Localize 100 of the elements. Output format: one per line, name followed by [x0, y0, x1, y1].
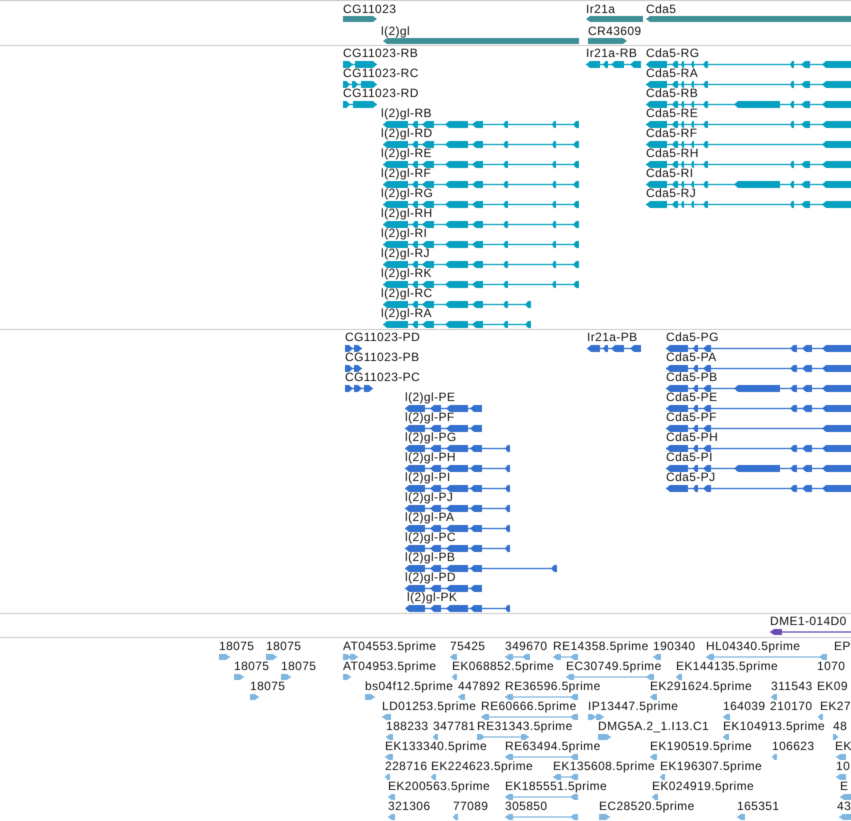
transcript-label: CG11023-RC: [343, 67, 419, 80]
transcript-label: Cda5-RA: [646, 67, 698, 80]
transcript-label: Cda5-RE: [646, 107, 698, 120]
est-label: 165351: [737, 800, 780, 813]
protein-label: Ir21a-PB: [587, 331, 638, 344]
protein-label: l(2)gl-PB: [405, 551, 456, 564]
protein-label: Cda5-PJ: [666, 471, 716, 484]
est-label: RE31343.5prime: [477, 720, 573, 733]
transcript-label: l(2)gl-RB: [381, 107, 432, 120]
est-label: EK200563.5prime: [388, 780, 490, 793]
protein-label: l(2)gl-PF: [405, 411, 455, 424]
est-label: 18075: [281, 660, 316, 673]
est-label: 75425: [450, 640, 486, 653]
est-label: 228716: [385, 760, 428, 773]
est-label: RE36596.5prime: [505, 680, 601, 693]
transcript-label: l(2)gl-RD: [381, 127, 433, 140]
est-label: 18075: [266, 640, 302, 653]
est-label: 311543: [771, 680, 813, 693]
protein-label: l(2)gl-PJ: [405, 491, 454, 504]
protein-label: l(2)gl-PC: [405, 531, 456, 544]
gene-label: Cda5: [646, 3, 676, 16]
transcript-label: l(2)gl-RH: [381, 207, 433, 220]
transcript-label: Cda5-RB: [646, 87, 698, 100]
protein-label: CG11023-PB: [345, 351, 420, 364]
variant-label: DME1-014D0: [770, 615, 847, 628]
est-label: 77089: [453, 800, 488, 813]
transcript-label: Cda5-RH: [646, 147, 699, 160]
protein-label: Cda5-PA: [666, 351, 717, 364]
est-label: AT04553.5prime: [343, 640, 436, 653]
protein-label: l(2)gl-PI: [405, 471, 451, 484]
protein-label: Cda5-PB: [666, 371, 718, 384]
protein-label: Cda5-PE: [666, 391, 718, 404]
est-label: 106623: [772, 740, 814, 753]
est-label: EC30749.5prime: [566, 660, 662, 673]
est-label: 190340: [653, 640, 696, 653]
transcript-label: l(2)gl-RG: [381, 187, 434, 200]
transcript-label: l(2)gl-RJ: [381, 247, 430, 260]
protein-label: Cda5-PH: [666, 431, 718, 444]
transcript-label: Ir21a-RB: [586, 47, 638, 60]
est-label: RE63494.5prime: [505, 740, 601, 753]
gene-label: Ir21a: [586, 3, 616, 16]
est-label: DMG5A.2_1.I13.C1: [598, 720, 710, 733]
protein-label: Cda5-PG: [666, 331, 719, 344]
est-label: EK291624.5prime: [650, 680, 752, 693]
est-label: 18075: [219, 640, 254, 653]
est-label: EC28520.5prime: [599, 800, 695, 813]
transcript-label: l(2)gl-RA: [381, 307, 432, 320]
protein-label: l(2)gl-PE: [405, 391, 456, 404]
protein-label: l(2)gl-PK: [407, 591, 458, 604]
transcript-label: l(2)gl-RI: [381, 227, 428, 240]
est-label: E: [840, 780, 848, 793]
est-label: AT04953.5prime: [343, 660, 436, 673]
est-label: 210170: [770, 700, 812, 713]
transcript-label: Cda5-RJ: [646, 187, 696, 200]
transcript-label: Cda5-RI: [646, 167, 694, 180]
est-label: EK133340.5prime: [385, 740, 488, 753]
protein-label: l(2)gl-PH: [405, 451, 456, 464]
transcript-label: CG11023-RD: [343, 87, 419, 100]
est-label: 10: [836, 760, 850, 773]
transcript-label: l(2)gl-RK: [381, 267, 432, 280]
protein-label: Cda5-PI: [666, 451, 713, 464]
est-label: EK27: [820, 700, 851, 713]
gene-label: CR43609: [588, 25, 642, 38]
est-label: EK190519.5prime: [650, 740, 752, 753]
gene-label: CG11023: [343, 3, 396, 16]
protein-label: l(2)gl-PG: [405, 431, 457, 444]
protein-label: l(2)gl-PD: [405, 571, 456, 584]
transcript-label: l(2)gl-RC: [381, 287, 433, 300]
est-label: EK09: [817, 680, 848, 693]
gene-label: l(2)gl: [381, 25, 410, 38]
est-label: 18075: [234, 660, 270, 673]
est-label: 349670: [505, 640, 548, 653]
protein-label: Cda5-PF: [666, 411, 717, 424]
est-label: EK104913.5prime: [723, 720, 826, 733]
est-label: EK135608.5prime: [553, 760, 656, 773]
est-label: EK196307.5prime: [660, 760, 762, 773]
est-label: 347781: [433, 720, 476, 733]
est-label: 447892: [458, 680, 500, 693]
protein-label: CG11023-PD: [345, 331, 420, 344]
est-label: RE60666.5prime: [481, 700, 577, 713]
est-label: IP13447.5prime: [588, 700, 678, 713]
transcript-label: l(2)gl-RE: [381, 147, 432, 160]
transcript-label: CG11023-RB: [343, 47, 418, 60]
est-label: EK185551.5prime: [505, 780, 608, 793]
est-label: EK224623.5prime: [431, 760, 534, 773]
est-label: 48: [833, 720, 848, 733]
est-label: 164039: [723, 700, 766, 713]
protein-label: l(2)gl-PA: [405, 511, 454, 524]
est-label: 43: [837, 800, 851, 813]
est-label: EK068852.5prime: [452, 660, 554, 673]
est-label: LD01253.5prime: [382, 700, 476, 713]
transcript-label: Cda5-RF: [646, 127, 698, 140]
est-label: EK144135.5prime: [676, 660, 778, 673]
est-label: EK024919.5prime: [652, 780, 754, 793]
est-label: 305850: [505, 800, 548, 813]
est-label: RE14358.5prime: [553, 640, 649, 653]
est-label: 18075: [250, 680, 286, 693]
est-label: bs04f12.5prime: [365, 680, 454, 693]
est-label: HL04340.5prime: [706, 640, 800, 653]
est-label: 1070: [817, 660, 846, 673]
